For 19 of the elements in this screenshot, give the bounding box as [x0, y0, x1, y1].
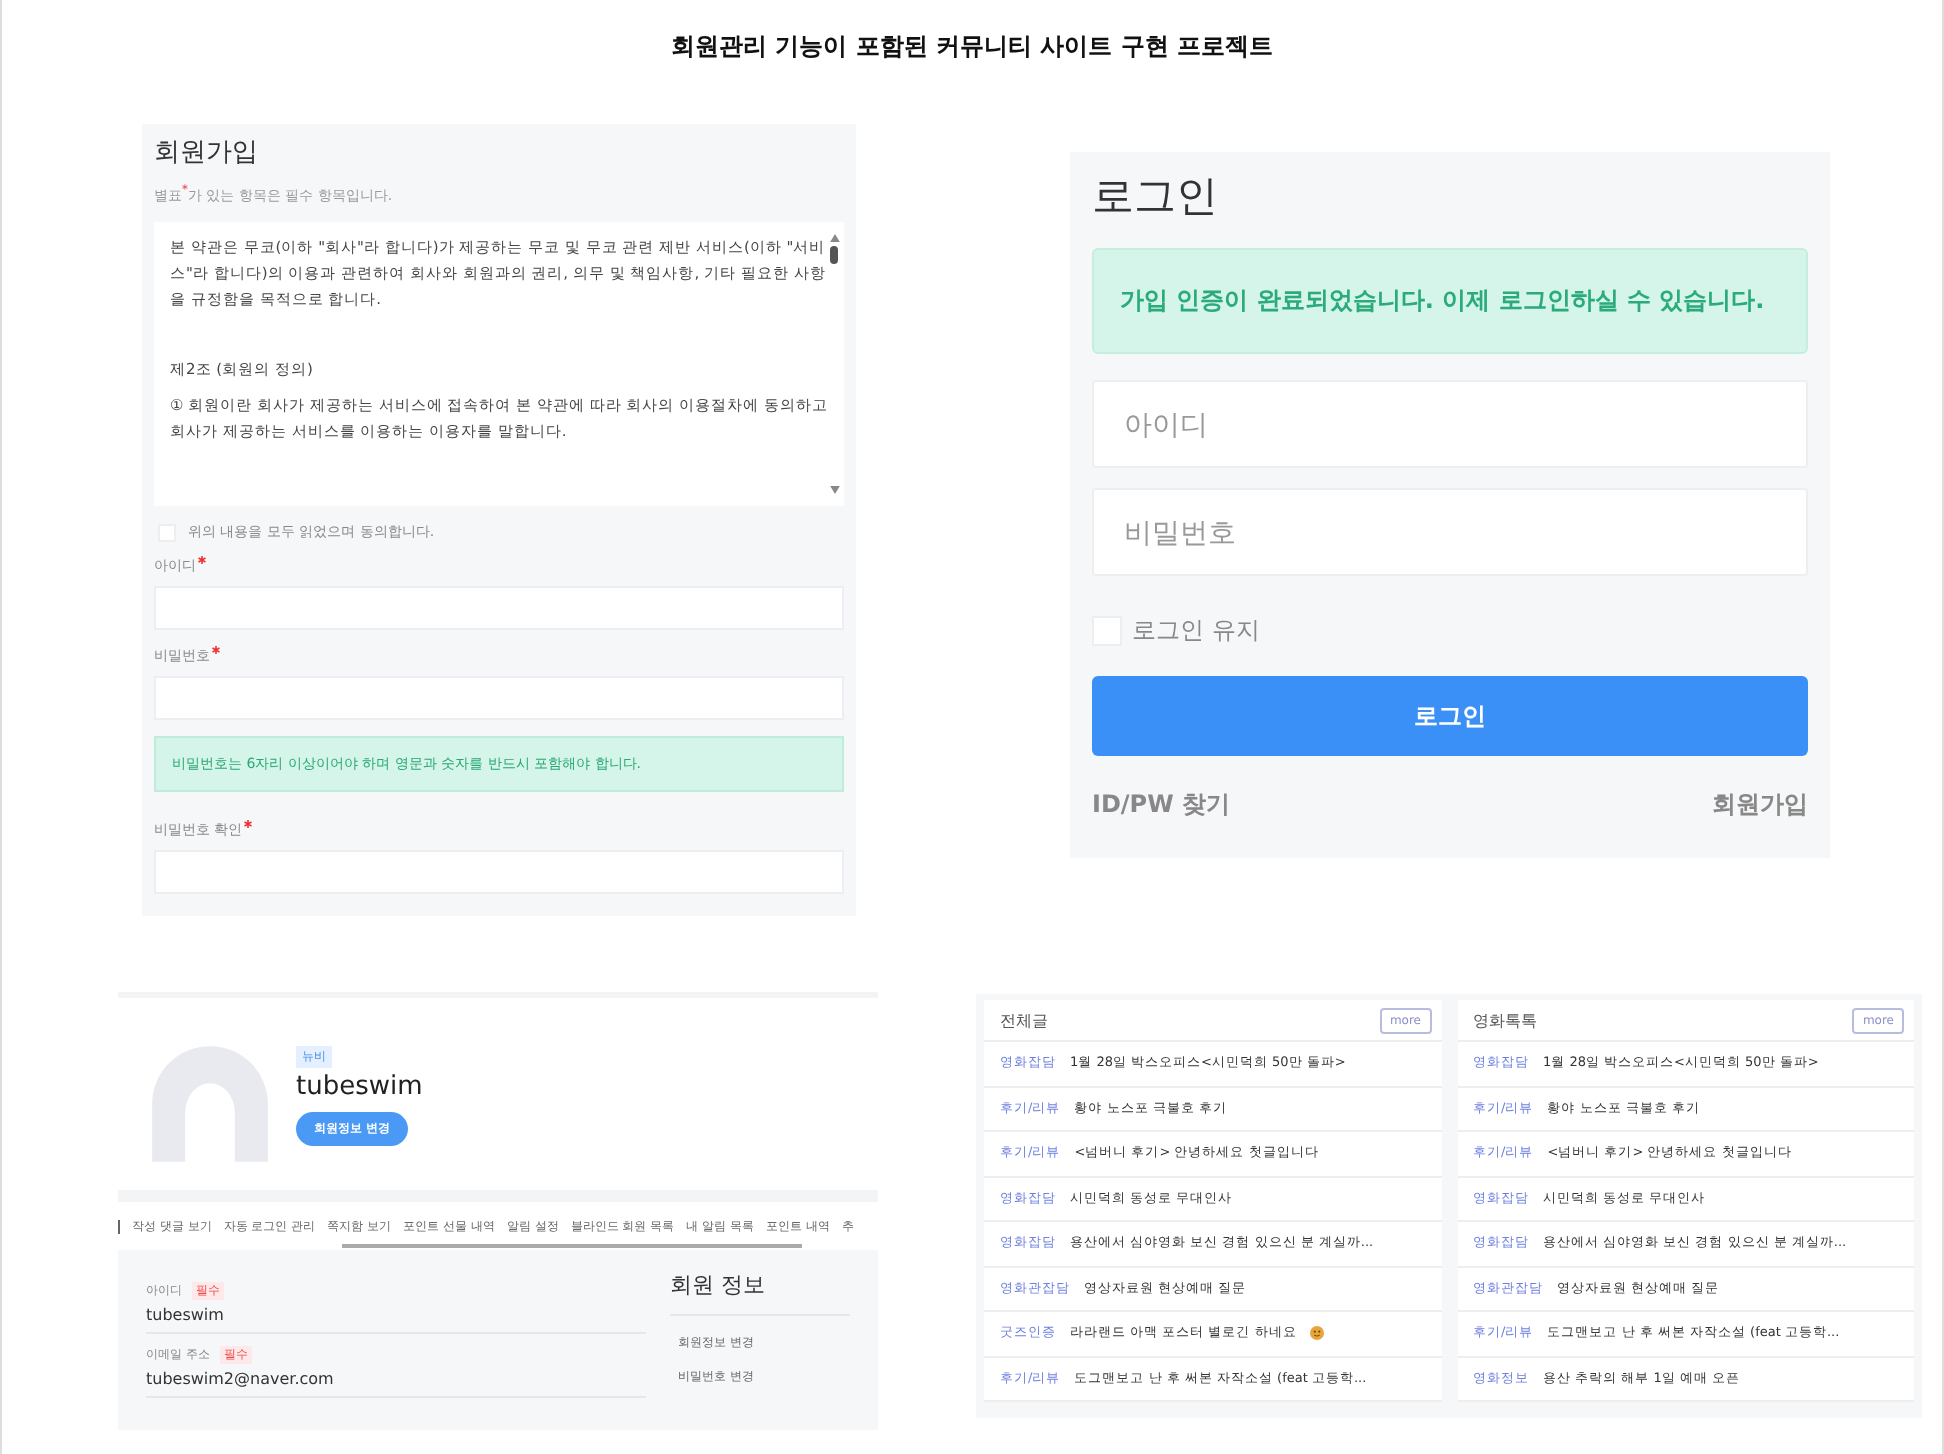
board-title: 전체글: [1000, 1010, 1048, 1032]
field-value: tubeswim: [146, 1306, 226, 1324]
find-account-link[interactable]: ID/PW 찾기: [1092, 788, 1231, 822]
scroll-up-icon[interactable]: [829, 234, 839, 243]
side-title: 회원 정보: [670, 1270, 850, 1316]
username: tubeswim: [296, 1072, 423, 1102]
password-field[interactable]: 비밀번호: [1092, 488, 1808, 576]
login-title: 로그인: [1092, 170, 1220, 224]
field-value: tubeswim2@naver.com: [146, 1370, 336, 1388]
scrollbar[interactable]: [342, 1244, 802, 1250]
page-title: 회원관리 기능이 포함된 커뮤니티 사이트 구현 프로젝트: [668, 30, 1276, 64]
id-field[interactable]: 아이디: [1092, 380, 1808, 468]
remember-label: 로그인 유지: [1132, 614, 1260, 648]
success-alert: 가입 인증이 완료되었습니다. 이제 로그인하실 수 있습니다.: [1092, 248, 1808, 354]
scroll-down-icon[interactable]: [829, 486, 839, 495]
signup-link[interactable]: 회원가입: [1712, 788, 1808, 822]
board-title: 영화톡톡: [1473, 1010, 1537, 1032]
signup-title: 회원가입: [154, 136, 260, 170]
scrollbar-thumb[interactable]: [830, 246, 838, 265]
